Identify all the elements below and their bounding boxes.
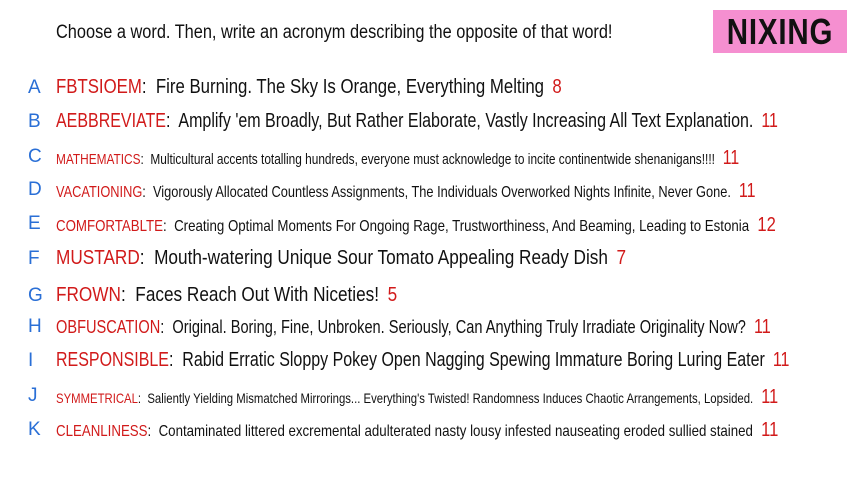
row-body: MATHEMATICS: Multicultural accents total… <box>56 147 739 170</box>
row-count: 11 <box>753 316 771 338</box>
row-body: MUSTARD: Mouth-watering Unique Sour Toma… <box>56 247 626 270</box>
list-item: J SYMMETRICAL: Saliently Yielding Mismat… <box>0 385 853 409</box>
row-count: 12 <box>757 214 776 236</box>
row-count: 11 <box>722 147 740 169</box>
row-count: 5 <box>387 284 398 306</box>
title-badge: NIXING <box>713 10 847 53</box>
row-acronym: Fire Burning. The Sky Is Orange, Everyth… <box>155 76 545 98</box>
row-acronym: Multicultural accents totalling hundreds… <box>150 151 715 168</box>
row-word: CLEANLINESS <box>56 423 148 440</box>
row-letter: H <box>28 316 42 337</box>
row-acronym: Rabid Erratic Sloppy Pokey Open Nagging … <box>182 349 765 371</box>
row-colon: : <box>120 284 136 306</box>
instructions-text: Choose a word. Then, write an acronym de… <box>56 22 613 43</box>
row-colon: : <box>141 76 156 98</box>
list-item: E COMFORTABLTE: Creating Optimal Moments… <box>0 213 853 237</box>
row-body: SYMMETRICAL: Saliently Yielding Mismatch… <box>56 386 778 409</box>
row-word: AEBBREVIATE <box>56 110 166 132</box>
row-word: COMFORTABLTE <box>56 218 163 235</box>
list-item: K CLEANLINESS: Contaminated littered exc… <box>0 419 853 441</box>
row-acronym: Saliently Yielding Mismatched Mirrorings… <box>147 390 754 406</box>
row-acronym: Vigorously Allocated Countless Assignmen… <box>152 184 731 201</box>
row-colon: : <box>147 423 159 440</box>
row-count: 11 <box>761 110 778 132</box>
row-body: CLEANLINESS: Contaminated littered excre… <box>56 419 778 442</box>
row-acronym: Amplify 'em Broadly, But Rather Elaborat… <box>178 110 754 132</box>
list-item: B AEBBREVIATE: Amplify 'em Broadly, But … <box>0 110 853 134</box>
row-word: FBTSIOEM <box>56 76 142 98</box>
row-letter: A <box>28 77 41 98</box>
row-letter: G <box>28 285 43 306</box>
list-item: G FROWN: Faces Reach Out With Niceties! 5 <box>0 284 853 308</box>
row-body: COMFORTABLTE: Creating Optimal Moments F… <box>56 214 776 237</box>
row-colon: : <box>137 390 148 406</box>
row-count: 11 <box>761 386 779 408</box>
row-word: OBFUSCATION <box>56 317 161 337</box>
row-letter: C <box>28 146 42 167</box>
row-body: FBTSIOEM: Fire Burning. The Sky Is Orang… <box>56 76 562 99</box>
row-letter: J <box>28 385 38 406</box>
row-word: FROWN <box>56 284 121 306</box>
row-colon: : <box>162 218 175 235</box>
row-letter: F <box>28 248 40 269</box>
row-body: VACATIONING: Vigorously Allocated Countl… <box>56 180 756 203</box>
list-item: A FBTSIOEM: Fire Burning. The Sky Is Ora… <box>0 76 853 100</box>
row-colon: : <box>139 247 155 269</box>
row-body: OBFUSCATION: Original. Boring, Fine, Unb… <box>56 316 771 339</box>
row-word: MATHEMATICS <box>56 151 141 168</box>
row-letter: B <box>28 111 41 132</box>
list-item: C MATHEMATICS: Multicultural accents tot… <box>0 146 853 170</box>
row-body: FROWN: Faces Reach Out With Niceties! 5 <box>56 284 397 307</box>
row-word: RESPONSIBLE <box>56 349 169 371</box>
row-letter: K <box>28 419 41 440</box>
list-item: I RESPONSIBLE: Rabid Erratic Sloppy Poke… <box>0 349 853 373</box>
row-colon: : <box>165 110 179 132</box>
row-acronym: Creating Optimal Moments For Ongoing Rag… <box>174 218 750 235</box>
row-count: 7 <box>616 247 627 269</box>
row-acronym: Faces Reach Out With Niceties! <box>135 284 380 306</box>
list-item: F MUSTARD: Mouth-watering Unique Sour To… <box>0 247 853 271</box>
row-word: MUSTARD <box>56 247 140 269</box>
row-count: 11 <box>761 419 779 441</box>
row-acronym: Original. Boring, Fine, Unbroken. Seriou… <box>172 317 746 337</box>
list-item: H OBFUSCATION: Original. Boring, Fine, U… <box>0 316 853 338</box>
row-colon: : <box>160 317 173 337</box>
row-acronym: Mouth-watering Unique Sour Tomato Appeal… <box>154 247 608 269</box>
row-word: SYMMETRICAL <box>56 390 138 406</box>
row-count: 11 <box>738 180 756 202</box>
row-colon: : <box>168 349 183 371</box>
row-colon: : <box>140 151 151 168</box>
row-letter: I <box>28 350 34 371</box>
row-letter: E <box>28 213 41 234</box>
row-count: 11 <box>772 349 790 371</box>
row-count: 8 <box>552 76 562 98</box>
list-item: D VACATIONING: Vigorously Allocated Coun… <box>0 179 853 203</box>
row-body: AEBBREVIATE: Amplify 'em Broadly, But Ra… <box>56 110 778 133</box>
row-acronym: Contaminated littered excremental adulte… <box>158 423 753 440</box>
row-letter: D <box>28 179 42 200</box>
title-text: NIXING <box>726 10 834 52</box>
row-word: VACATIONING <box>56 184 143 201</box>
nixing-slide: Choose a word. Then, write an acronym de… <box>0 0 853 480</box>
row-colon: : <box>142 184 153 201</box>
row-body: RESPONSIBLE: Rabid Erratic Sloppy Pokey … <box>56 349 789 372</box>
